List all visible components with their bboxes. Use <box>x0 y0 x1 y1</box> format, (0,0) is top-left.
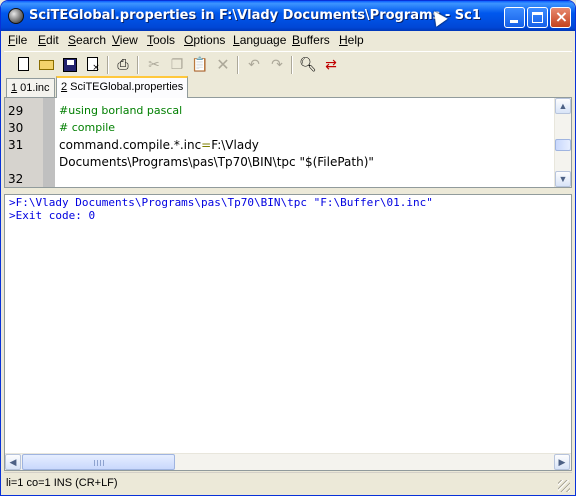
line-number: 29 <box>8 104 24 118</box>
close-file-icon[interactable]: × <box>83 55 103 75</box>
toolbar-separator <box>137 56 139 74</box>
title-bar[interactable]: SciTEGlobal.properties in F:\Vlady Docum… <box>1 1 575 31</box>
menu-file[interactable]: File <box>8 33 27 47</box>
output-line: >F:\Vlady Documents\Programs\pas\Tp70\BI… <box>9 196 433 209</box>
output-line: >Exit code: 0 <box>9 209 96 222</box>
output-scroll-thumb[interactable] <box>22 454 175 470</box>
scroll-up-icon[interactable]: ▲ <box>555 98 571 114</box>
menu-view[interactable]: View <box>112 33 138 47</box>
replace-icon[interactable]: ⇄ <box>321 55 341 75</box>
line-number: 31 <box>8 138 24 152</box>
tab-01-inc[interactable]: 1 01.inc <box>6 78 55 97</box>
undo-icon[interactable]: ↶ <box>244 55 264 75</box>
close-button[interactable]: × <box>550 7 571 28</box>
menu-options[interactable]: Options <box>184 33 225 47</box>
scroll-left-icon[interactable]: ◀ <box>5 454 21 470</box>
scite-window: SciTEGlobal.properties in F:\Vlady Docum… <box>0 0 576 496</box>
toolbar-separator <box>291 56 293 74</box>
property-key: command.compile.*.inc <box>59 138 202 152</box>
fold-margin[interactable] <box>43 98 55 187</box>
print-icon[interactable]: ⎙ <box>113 55 133 75</box>
menu-help[interactable]: Help <box>339 33 364 47</box>
editor-vertical-scrollbar[interactable]: ▲ ▼ <box>554 98 571 187</box>
find-icon[interactable]: 🔍︎ <box>298 55 318 75</box>
menu-bar: File Edit Search View Tools Options Lang… <box>4 31 572 50</box>
line-number: 32 <box>8 172 24 186</box>
new-file-icon[interactable] <box>14 55 34 75</box>
copy-icon[interactable]: ❐ <box>167 55 187 75</box>
window-title: SciTEGlobal.properties in F:\Vlady Docum… <box>29 8 481 23</box>
code-editor[interactable]: 29 #using borland pascal 30 # compile 31… <box>4 97 572 188</box>
code-line: #using borland pascal <box>59 104 183 117</box>
buffer-tabs: 1 01.inc 2 SciTEGlobal.properties <box>4 76 572 98</box>
status-text: li=1 co=1 INS (CR+LF) <box>6 477 118 489</box>
maximize-icon <box>532 12 543 23</box>
output-horizontal-scrollbar[interactable]: ◀ ▶ <box>5 453 571 470</box>
redo-icon[interactable]: ↷ <box>267 55 287 75</box>
line-number: 30 <box>8 121 24 135</box>
status-bar: li=1 co=1 INS (CR+LF) <box>4 472 572 494</box>
toolbar-separator <box>107 56 109 74</box>
toolbar-separator <box>237 56 239 74</box>
scroll-right-icon[interactable]: ▶ <box>554 454 570 470</box>
resize-grip-icon[interactable] <box>558 480 570 492</box>
maximize-button[interactable] <box>527 7 548 28</box>
tab-sciteglobal-properties[interactable]: 2 SciTEGlobal.properties <box>56 76 189 98</box>
code-line: # compile <box>59 121 116 134</box>
scite-app-icon[interactable] <box>8 8 24 24</box>
save-icon[interactable] <box>60 55 80 75</box>
code-line: Documents\Programs\pas\Tp70\BIN\tpc "$(F… <box>59 155 374 169</box>
cut-icon[interactable]: ✂ <box>144 55 164 75</box>
open-folder-icon[interactable] <box>37 55 57 75</box>
menu-buffers[interactable]: Buffers <box>292 33 330 47</box>
editor-scroll-thumb[interactable] <box>555 139 571 151</box>
delete-icon[interactable]: ✕ <box>213 55 233 75</box>
menu-tools[interactable]: Tools <box>147 33 175 47</box>
menu-language[interactable]: Language <box>233 33 286 47</box>
scroll-down-icon[interactable]: ▼ <box>555 171 571 187</box>
paste-icon[interactable]: 📋 <box>190 55 210 75</box>
assign-operator: = <box>201 138 212 152</box>
code-line: command.compile.*.inc=F:\Vlady <box>59 138 259 152</box>
menu-edit[interactable]: Edit <box>38 33 59 47</box>
menu-search[interactable]: Search <box>68 33 106 47</box>
output-pane[interactable]: >F:\Vlady Documents\Programs\pas\Tp70\BI… <box>4 194 572 471</box>
toolbar: × ⎙ ✂ ❐ 📋 ✕ ↶ ↷ 🔍︎ ⇄ <box>4 51 572 76</box>
close-icon: × <box>554 7 569 26</box>
property-value: F:\Vlady <box>211 138 259 152</box>
minimize-icon <box>510 20 518 23</box>
minimize-button[interactable] <box>504 7 525 28</box>
